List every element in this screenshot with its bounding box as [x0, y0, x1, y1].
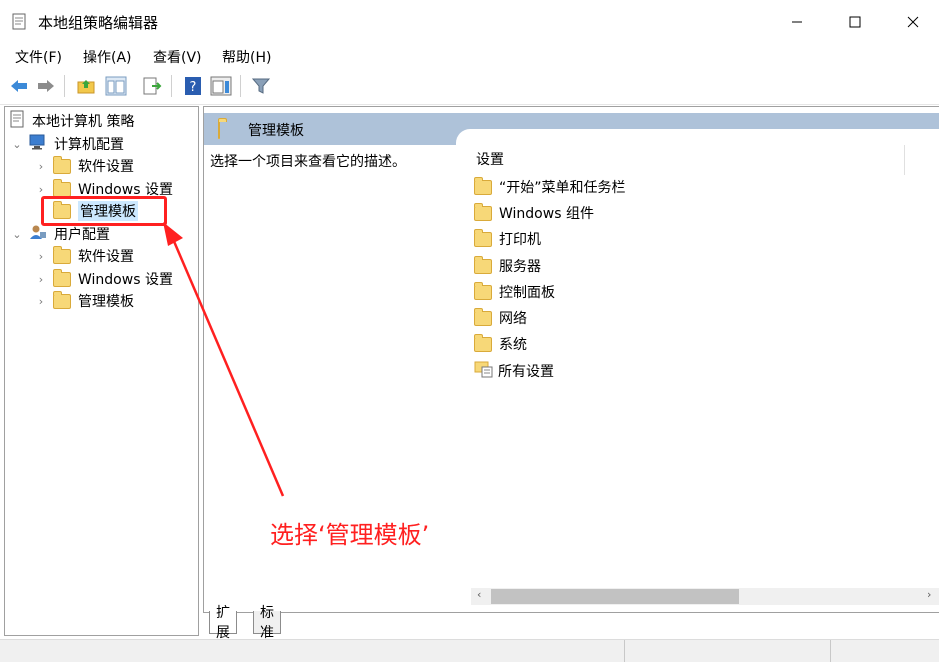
annotation-text: 选择‘管理模板’ — [270, 521, 430, 549]
annotation-arrow — [163, 222, 285, 497]
